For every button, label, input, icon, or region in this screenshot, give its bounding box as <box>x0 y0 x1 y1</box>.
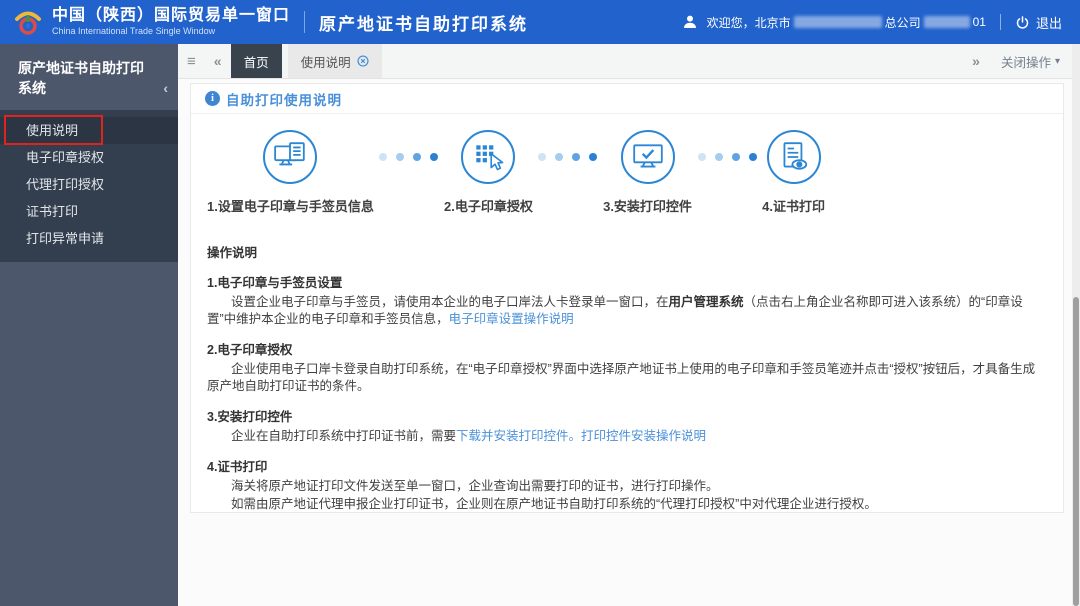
scrollbar-thumb[interactable] <box>1073 296 1079 606</box>
paragraph-3: 企业在自助打印系统中打印证书前，需要下载并安装打印控件。打印控件安装操作说明 <box>207 428 1043 445</box>
welcome-text-prefix: 欢迎您，北京市 <box>706 15 791 30</box>
link-eseal-setup-guide[interactable]: 电子印章设置操作说明 <box>449 312 574 326</box>
link-download-print-control[interactable]: 下载并安装打印控件。 <box>456 429 581 443</box>
bold-text-user-management-system: 用户管理系统 <box>668 295 744 309</box>
redacted-account <box>923 16 970 28</box>
instructions-text: 操作说明 1.电子印章与手签员设置 设置企业电子印章与手签员，请使用本企业的电子… <box>191 228 1063 512</box>
scroll-tabs-left-icon[interactable]: « <box>205 44 231 78</box>
brand-text: 中国（陕西）国际贸易单一窗口 China International Trade… <box>52 7 290 36</box>
sidebar-title-text: 原产地证书自助打印系统 <box>18 60 144 96</box>
brand-logo-icon <box>15 11 41 35</box>
tab-label: 首页 <box>243 55 269 70</box>
close-tab-icon[interactable] <box>357 55 369 67</box>
main-content: i 自助打印使用说明 1.设置电子印章与手签员信息 2.电子印章授权 3.安装打… <box>178 80 1072 606</box>
user-area: 欢迎您，北京市 总公司 01 退出 <box>681 13 1062 32</box>
tab-bar: ≡ « 首页 使用说明 » 关闭操作 ▾ <box>178 44 1072 79</box>
subsection-heading-2: 2.电子印章授权 <box>207 343 293 357</box>
brand-title: 中国（陕西）国际贸易单一窗口 <box>52 7 291 25</box>
power-icon <box>1016 15 1029 29</box>
document-eye-icon <box>766 130 821 184</box>
chevron-down-icon: ▾ <box>1054 55 1060 67</box>
app-header: 中国（陕西）国际贸易单一窗口 China International Trade… <box>0 0 1080 44</box>
tab-home[interactable]: 首页 <box>230 44 282 78</box>
step-label: 4.证书打印 <box>762 199 825 214</box>
subsection-heading-1: 1.电子印章与手签员设置 <box>207 276 343 290</box>
sidebar-item-label: 证书打印 <box>26 204 79 219</box>
header-divider-2 <box>999 14 1001 30</box>
system-title: 原产地证书自助打印系统 <box>319 14 529 34</box>
header-divider <box>304 11 306 33</box>
step-label: 2.电子印章授权 <box>444 199 533 214</box>
paragraph-2: 企业使用电子口岸卡登录自助打印系统，在“电子印章授权”界面中选择原产地证书上使用… <box>207 362 1036 393</box>
monitor-check-icon <box>620 130 675 184</box>
brand-subtitle: China International Trade Single Window <box>52 25 216 36</box>
sidebar-item-agent-print-authorization[interactable]: 代理打印授权 <box>0 171 178 198</box>
paragraph-4b: 如需由原产地证代理申报企业打印证书，企业则在原产地证书自助打印系统的“代理打印授… <box>231 497 877 511</box>
section-heading-operations: 操作说明 <box>207 246 258 260</box>
steps-row: 1.设置电子印章与手签员信息 2.电子印章授权 3.安装打印控件 4.证书打印 <box>191 114 1063 228</box>
step-connector-dots <box>374 130 444 184</box>
step-4-certificate-print: 4.证书打印 <box>762 130 825 215</box>
user-icon <box>683 15 696 28</box>
scroll-tabs-right-icon[interactable]: » <box>963 44 989 78</box>
panel-header: i 自助打印使用说明 <box>191 84 1063 114</box>
sidebar-collapse-icon[interactable]: ‹ <box>163 78 168 98</box>
tab-bar-spacer <box>382 44 964 78</box>
step-3-install-print-control: 3.安装打印控件 <box>603 130 692 215</box>
keypad-hand-icon <box>461 130 516 184</box>
paragraph-1: 设置企业电子印章与手签员，请使用本企业的电子口岸法人卡登录单一窗口，在用户管理系… <box>207 294 1043 328</box>
sidebar-item-eseal-authorization[interactable]: 电子印章授权 <box>0 144 178 171</box>
panel-title: 自助打印使用说明 <box>226 92 342 108</box>
hamburger-icon[interactable]: ≡ <box>178 44 205 78</box>
step-connector-dots <box>692 130 762 184</box>
info-icon: i <box>205 91 220 106</box>
monitor-document-icon <box>263 130 318 184</box>
vertical-scrollbar <box>1072 44 1080 606</box>
logout-button[interactable]: 退出 <box>1036 13 1062 32</box>
welcome-text-suffix: 01 <box>972 15 986 29</box>
sidebar-item-print-exception-request[interactable]: 打印异常申请 <box>0 225 178 252</box>
sidebar-title: 原产地证书自助打印系统 ‹ <box>0 44 178 110</box>
step-1-setup-eseal: 1.设置电子印章与手签员信息 <box>207 130 374 215</box>
sidebar-item-certificate-print[interactable]: 证书打印 <box>0 198 178 225</box>
tab-usage-guide[interactable]: 使用说明 <box>287 44 382 78</box>
sidebar-item-label: 电子印章授权 <box>26 150 105 165</box>
close-operations-label: 关闭操作 <box>1000 55 1051 70</box>
sidebar-item-label: 代理打印授权 <box>26 177 105 192</box>
paragraph-text: 设置企业电子印章与手签员，请使用本企业的电子口岸法人卡登录单一窗口，在 <box>231 295 669 309</box>
redacted-company-name <box>793 16 882 28</box>
sidebar-item-label: 使用说明 <box>26 123 79 138</box>
sidebar-item-label: 打印异常申请 <box>26 231 105 246</box>
subsection-heading-4: 4.证书打印 <box>207 460 268 474</box>
step-label: 1.设置电子印章与手签员信息 <box>207 199 374 214</box>
sidebar-menu: 使用说明 电子印章授权 代理打印授权 证书打印 打印异常申请 <box>0 110 178 262</box>
sidebar: 原产地证书自助打印系统 ‹ 使用说明 电子印章授权 代理打印授权 证书打印 打印… <box>0 44 178 606</box>
paragraph-4a: 海关将原产地证打印文件发送至单一窗口，企业查询出需要打印的证书，进行打印操作。 <box>231 479 719 493</box>
step-2-eseal-authorization: 2.电子印章授权 <box>444 130 533 215</box>
tab-label: 使用说明 <box>300 55 351 70</box>
paragraph-text: 企业在自助打印系统中打印证书前，需要 <box>231 429 457 443</box>
step-connector-dots <box>533 130 603 184</box>
subsection-heading-3: 3.安装打印控件 <box>207 410 293 424</box>
sidebar-item-usage-guide[interactable]: 使用说明 <box>0 117 178 144</box>
welcome-text-mid: 总公司 <box>884 15 921 30</box>
step-label: 3.安装打印控件 <box>603 199 692 214</box>
close-operations-dropdown[interactable]: 关闭操作 ▾ <box>989 44 1072 78</box>
brand-area: 中国（陕西）国际贸易单一窗口 China International Trade… <box>12 6 528 38</box>
usage-guide-panel: i 自助打印使用说明 1.设置电子印章与手签员信息 2.电子印章授权 3.安装打… <box>190 83 1064 513</box>
link-print-control-install-guide[interactable]: 打印控件安装操作说明 <box>581 429 706 443</box>
